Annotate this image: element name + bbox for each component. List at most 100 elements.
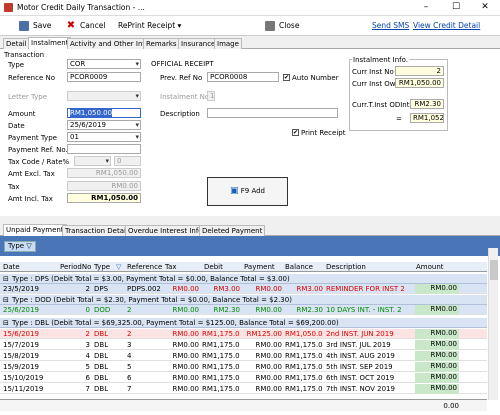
tab-deleted-payment[interactable]: Deleted Payment [199, 225, 266, 236]
view-credit-detail-link[interactable]: View Credit Detail [413, 19, 480, 33]
auto-number-label: Auto Number [292, 74, 339, 82]
date-label: Date [8, 122, 25, 130]
table-row[interactable]: 25/6/2019 0 DOD 2 RM0.00 RM2.30 RM0.00 R… [0, 305, 487, 315]
col-tax[interactable]: Tax [165, 263, 177, 271]
table-row[interactable]: 15/6/2019 2 DBL 2 RM0.00 RM1,175.00 RM12… [0, 329, 487, 339]
col-description[interactable]: Description [326, 263, 366, 271]
f9-add-button[interactable]: ▣ F9 Add [207, 177, 288, 206]
col-reference[interactable]: Reference [127, 263, 162, 271]
payment-type-select[interactable]: 01 [67, 132, 141, 142]
save-button[interactable]: Save [19, 19, 51, 33]
amt-excl-tax-label: Amt Excl. Tax [8, 170, 55, 178]
col-payment[interactable]: Payment [244, 263, 275, 271]
type-select[interactable]: COR [67, 59, 141, 69]
table-row[interactable]: 15/9/2019 5 DBL 5 RM0.00 RM1,175.00 RM0.… [0, 362, 487, 372]
curr-inst-no-value: 2 [395, 66, 444, 76]
tax-code-select [74, 156, 111, 166]
minimize-button[interactable]: – [411, 0, 441, 16]
tab-unpaid-payment[interactable]: Unpaid Payment [3, 224, 67, 236]
group-row-dod[interactable]: ⊟ Type : DOD (Debit Total = $2.30, Payme… [0, 295, 487, 305]
reference-no-label: Reference No [8, 74, 55, 82]
collapse-icon[interactable]: ⊟ [3, 296, 9, 304]
auto-number-checkbox[interactable]: ✔ [283, 74, 290, 81]
group-by-type-button[interactable]: Type ▽ [4, 241, 36, 252]
payment-type-label: Payment Type [8, 134, 57, 142]
official-receipt-heading: OFFICIAL RECEIPT [151, 60, 214, 68]
tab-detail[interactable]: Detail [3, 38, 30, 49]
amt-incl-tax-label: Amt Incl. Tax [8, 195, 53, 203]
group-row-dbl[interactable]: ⊟ Type : DBL (Debit Total = $69,325.00, … [0, 318, 487, 328]
group-row-dps[interactable]: ⊟ Type : DPS (Debit Total = $3.00, Payme… [0, 274, 487, 284]
title-bar: Motor Credit Daily Transaction - ... – ☐… [0, 0, 500, 16]
app-window: Motor Credit Daily Transaction - ... – ☐… [0, 0, 500, 415]
equals-label: = [396, 115, 402, 123]
col-amount[interactable]: Amount [416, 263, 444, 271]
print-receipt-checkbox[interactable]: ✔ [292, 129, 299, 136]
col-type[interactable]: Type [94, 263, 110, 271]
prev-ref-label: Prev. Ref No [160, 74, 203, 82]
type-label: Type [8, 61, 25, 69]
grid-vertical-scrollbar[interactable] [488, 248, 498, 400]
table-row[interactable]: 15/7/2019 3 DBL 3 RM0.00 RM1,175.00 RM0.… [0, 340, 487, 350]
col-periodno[interactable]: PeriodNo [60, 263, 91, 271]
cancel-button[interactable]: ✖ Cancel [66, 19, 105, 33]
amount-input[interactable]: RM1,050.00 [67, 108, 141, 118]
col-balance[interactable]: Balance [285, 263, 313, 271]
grid-header: Date PeriodNo Type ▽ Reference Tax Debit… [0, 262, 487, 272]
curr-od-int-label: Curr.T.Inst ODInt [352, 101, 410, 109]
payment-ref-input[interactable] [67, 144, 141, 154]
print-receipt-label: Print Receipt [301, 129, 346, 137]
description-input[interactable] [207, 108, 338, 118]
exit-door-icon [265, 21, 275, 31]
tab-transaction-detail[interactable]: Transaction Detail [62, 225, 131, 236]
total-owe-value: RM1,052.30 [410, 113, 444, 123]
send-sms-link[interactable]: Send SMS [372, 19, 409, 33]
bottom-tabs: Unpaid Payment Transaction Detail Overdu… [0, 224, 500, 236]
col-date[interactable]: Date [3, 263, 20, 271]
cross-icon: ✖ [66, 20, 76, 31]
grid-footer: 0.00 [0, 399, 487, 411]
close-window-button[interactable]: ✕ [470, 0, 500, 16]
table-row[interactable]: 15/8/2019 4 DBL 4 RM0.00 RM1,175.00 RM0.… [0, 351, 487, 361]
description-label: Description [160, 110, 200, 118]
tab-overdue-interest[interactable]: Overdue Interest Info [125, 225, 206, 236]
prev-ref-input[interactable]: PCOR0008 [207, 72, 279, 82]
unpaid-payment-grid: Type ▽ Date PeriodNo Type ▽ Reference Ta… [0, 236, 500, 415]
curr-inst-owe-value: RM1,050.00 [395, 78, 444, 88]
collapse-icon[interactable]: ⊟ [3, 275, 9, 283]
amount-label: Amount [8, 110, 36, 118]
table-row[interactable]: 23/5/2019 2 DPS PDPS.002 RM0.00 RM3.00 R… [0, 284, 487, 294]
tax-label: Tax [8, 183, 20, 191]
tax-code-label: Tax Code / Rate% [8, 158, 70, 166]
amount-total: 0.00 [443, 402, 459, 410]
toolbar: Save ✖ Cancel RePrint Receipt ▾ Close Sen… [0, 16, 500, 36]
letter-type-select [67, 91, 141, 101]
reprint-receipt-button[interactable]: RePrint Receipt ▾ [118, 19, 181, 33]
instalment-panel: Transaction Type COR Reference No PCOR00… [0, 49, 500, 216]
table-row[interactable]: 15/10/2019 6 DBL 6 RM0.00 RM1,175.00 RM0… [0, 373, 487, 383]
date-picker[interactable]: 25/6/2019 [67, 120, 141, 130]
filter-icon[interactable]: ▽ [116, 263, 121, 271]
app-icon [4, 3, 13, 12]
transaction-group-label: Transaction [4, 51, 45, 59]
table-row[interactable]: 15/11/2019 7 DBL 7 RM0.00 RM1,175.00 RM0… [0, 384, 487, 394]
collapse-icon[interactable]: ⊟ [3, 319, 9, 327]
payment-ref-label: Payment Ref. No. [8, 146, 68, 154]
tab-remarks[interactable]: Remarks [143, 38, 180, 49]
scrollbar-thumb[interactable] [490, 260, 498, 280]
tab-image[interactable]: Image [214, 38, 242, 49]
tab-insurance[interactable]: Insurance [178, 38, 219, 49]
tax-value: RM0.00 [67, 181, 141, 191]
reference-no-input[interactable]: PCOR0009 [67, 72, 141, 82]
tab-instalment[interactable]: Instalment [28, 37, 72, 49]
curr-inst-no-label: Curr Inst No [352, 68, 394, 76]
close-button[interactable]: Close [265, 19, 299, 33]
curr-od-int-value: RM2.30 [410, 99, 444, 109]
col-debit[interactable]: Debit [204, 263, 223, 271]
tax-rate-input: 0 [114, 156, 141, 166]
filter-icon: ▽ [26, 242, 32, 250]
instalment-no-input: 1 [207, 91, 215, 101]
tab-activity[interactable]: Activity and Other Info [67, 38, 153, 49]
maximize-button[interactable]: ☐ [441, 0, 471, 16]
curr-inst-owe-label: Curr Inst Owe [352, 80, 400, 88]
